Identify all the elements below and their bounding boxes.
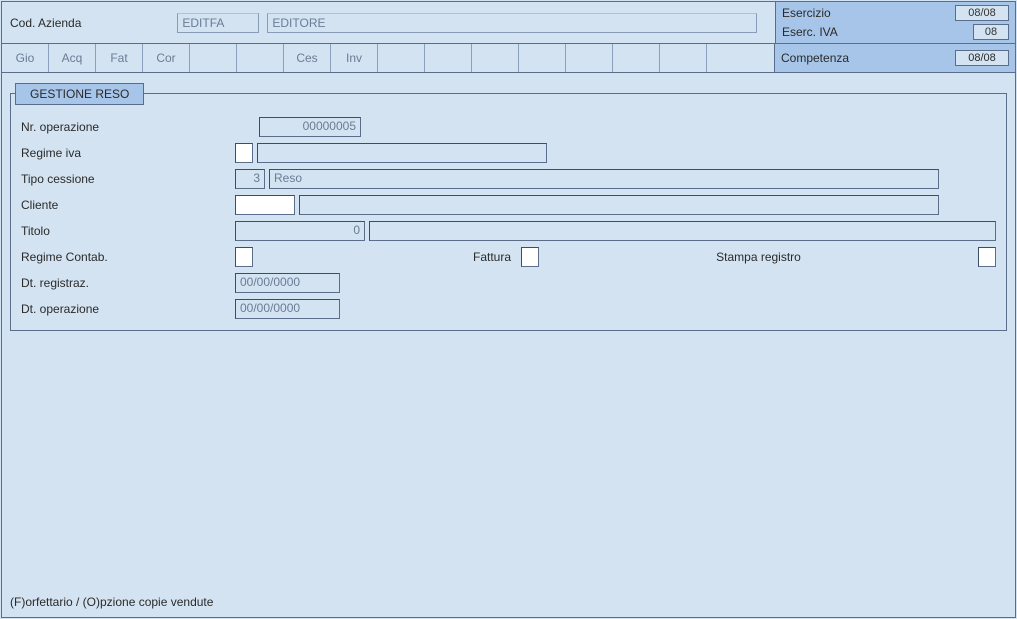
cod-azienda-code: EDITFA <box>177 13 259 33</box>
dt-registraz-field[interactable]: 00/00/0000 <box>235 273 340 293</box>
fattura-label: Fattura <box>257 250 517 264</box>
tab-fat[interactable]: Fat <box>96 44 143 72</box>
eserc-iva-value: 08 <box>973 24 1009 40</box>
cod-azienda-desc: EDITORE <box>267 13 757 33</box>
titolo-label: Titolo <box>21 224 231 238</box>
titolo-desc <box>369 221 996 241</box>
tab-empty-6[interactable] <box>237 44 284 72</box>
cliente-label: Cliente <box>21 198 231 212</box>
tab-inv[interactable]: Inv <box>331 44 378 72</box>
esercizio-panel: Esercizio 08/08 Eserc. IVA 08 <box>775 2 1015 43</box>
form-panel: GESTIONE RESO Nr. operazione 00000005 Re… <box>10 93 1007 331</box>
regime-iva-code[interactable] <box>235 143 253 163</box>
stampa-registro-label: Stampa registro <box>543 250 974 264</box>
regime-iva-label: Regime iva <box>21 146 231 160</box>
esercizio-label: Esercizio <box>782 6 831 20</box>
tipo-cessione-label: Tipo cessione <box>21 172 231 186</box>
eserc-iva-label: Eserc. IVA <box>782 25 838 39</box>
tab-empty-9[interactable] <box>378 44 425 72</box>
status-hint: (F)orfettario / (O)pzione copie vendute <box>10 595 213 609</box>
dt-operazione-label: Dt. operazione <box>21 302 231 316</box>
cliente-desc <box>299 195 939 215</box>
competenza-value: 08/08 <box>955 50 1009 66</box>
tab-cor[interactable]: Cor <box>143 44 190 72</box>
regime-contab-code[interactable] <box>235 247 253 267</box>
panel-title: GESTIONE RESO <box>15 83 144 105</box>
dt-operazione-field[interactable]: 00/00/0000 <box>235 299 340 319</box>
tabs-row: Gio Acq Fat Cor Ces Inv Competenza 08/08 <box>2 44 1015 73</box>
tab-empty-5[interactable] <box>190 44 237 72</box>
tab-ces[interactable]: Ces <box>284 44 331 72</box>
tipo-cessione-desc: Reso <box>269 169 939 189</box>
fattura-code[interactable] <box>521 247 539 267</box>
cliente-code[interactable] <box>235 195 295 215</box>
tab-empty-12[interactable] <box>519 44 566 72</box>
regime-iva-desc <box>257 143 547 163</box>
regime-contab-label: Regime Contab. <box>21 250 231 264</box>
competenza-label: Competenza <box>781 51 849 65</box>
tab-gio[interactable]: Gio <box>2 44 49 72</box>
esercizio-value: 08/08 <box>955 5 1009 21</box>
titolo-code[interactable]: 0 <box>235 221 365 241</box>
header-row: Cod. Azienda EDITFA EDITORE Esercizio 08… <box>2 2 1015 44</box>
tab-acq[interactable]: Acq <box>49 44 96 72</box>
tab-empty-14[interactable] <box>613 44 660 72</box>
tipo-cessione-code: 3 <box>235 169 265 189</box>
tab-empty-13[interactable] <box>566 44 613 72</box>
nr-operazione-field: 00000005 <box>259 117 361 137</box>
tab-empty-16[interactable] <box>707 44 774 72</box>
dt-registraz-label: Dt. registraz. <box>21 276 231 290</box>
nr-operazione-label: Nr. operazione <box>21 120 231 134</box>
tab-empty-10[interactable] <box>425 44 472 72</box>
tab-empty-11[interactable] <box>472 44 519 72</box>
cod-azienda-label: Cod. Azienda <box>10 16 81 30</box>
tab-empty-15[interactable] <box>660 44 707 72</box>
stampa-registro-code[interactable] <box>978 247 996 267</box>
